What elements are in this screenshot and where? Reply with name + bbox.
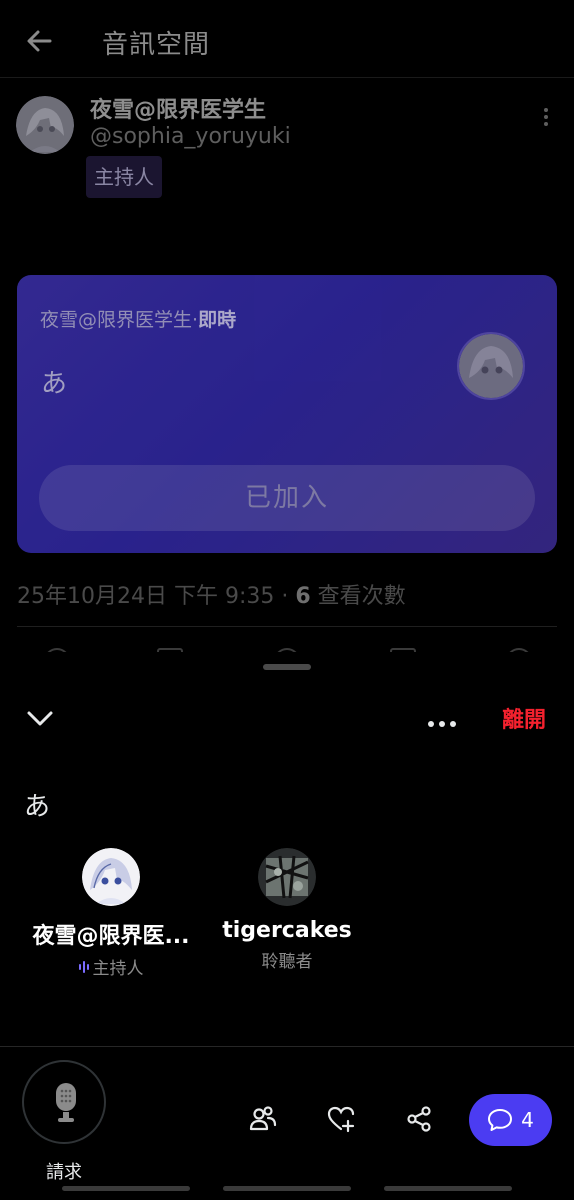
heart-plus-icon[interactable]: [326, 1104, 356, 1134]
sheet-grabber[interactable]: [263, 664, 311, 670]
divider: [17, 626, 557, 627]
participant-listener[interactable]: tigercakes 聆聽者: [202, 848, 372, 972]
speaking-wave-icon: [78, 960, 89, 973]
more-horizontal-icon[interactable]: [428, 712, 464, 727]
more-options-icon[interactable]: [538, 108, 554, 130]
request-mic-button[interactable]: [22, 1060, 106, 1144]
microphone-icon: [56, 1083, 76, 1122]
nav-handle: [384, 1186, 512, 1191]
view-count-label: 查看次數: [310, 584, 406, 609]
top-bar: 音訊空間: [0, 0, 574, 78]
author-name[interactable]: 夜雪@限界医学生: [90, 92, 266, 124]
chevron-down-icon[interactable]: [26, 708, 54, 728]
leave-button[interactable]: 離開: [502, 702, 546, 734]
nav-handle: [62, 1186, 190, 1191]
chat-button[interactable]: 4: [469, 1094, 552, 1146]
participant-role: 聆聽者: [261, 952, 313, 972]
chat-count: 4: [521, 1108, 534, 1132]
post-timestamp: 25年10月24日 下午 9:35 ·: [17, 584, 296, 609]
view-count: 6: [295, 584, 311, 609]
participant-name: 夜雪@限界医...: [32, 924, 190, 949]
space-card-title: あ: [41, 369, 68, 399]
nav-handle: [223, 1186, 351, 1191]
request-label: 請求: [46, 1162, 82, 1183]
space-title: あ: [24, 792, 51, 822]
participant-role: 主持人: [26, 954, 196, 979]
participant-avatar: [258, 848, 316, 906]
author-handle[interactable]: @sophia_yoruyuki: [90, 124, 291, 149]
author-avatar[interactable]: [16, 96, 74, 154]
host-role-tag: 主持人: [86, 156, 162, 198]
space-sheet: 離開 あ 夜雪@限界医... 主持人 tigercakes 聆聽者 請求 4: [0, 652, 574, 1200]
post-background: 音訊空間 夜雪@限界医学生 @sophia_yoruyuki 主持人 夜雪@限界…: [0, 0, 574, 660]
divider: [0, 1046, 574, 1047]
back-arrow-icon[interactable]: [22, 24, 56, 58]
page-title: 音訊空間: [102, 30, 211, 60]
live-status: 即時: [198, 309, 237, 331]
participant-role-label: 主持人: [92, 959, 144, 979]
space-card-meta: 夜雪@限界医学生·即時: [40, 305, 236, 332]
space-card[interactable]: 夜雪@限界医学生·即時 あ 已加入: [17, 275, 557, 553]
share-icon[interactable]: [404, 1104, 434, 1134]
post-metadata: 25年10月24日 下午 9:35 · 6 查看次數: [17, 578, 406, 610]
space-host-avatar: [457, 332, 525, 400]
people-icon[interactable]: [248, 1104, 278, 1134]
joined-button[interactable]: 已加入: [39, 465, 535, 531]
participant-avatar: [82, 848, 140, 906]
space-card-host: 夜雪@限界医学生: [40, 309, 193, 331]
participant-host[interactable]: 夜雪@限界医... 主持人: [26, 848, 196, 979]
chat-bubble-icon: [488, 1109, 513, 1131]
participant-name: tigercakes: [222, 918, 352, 943]
